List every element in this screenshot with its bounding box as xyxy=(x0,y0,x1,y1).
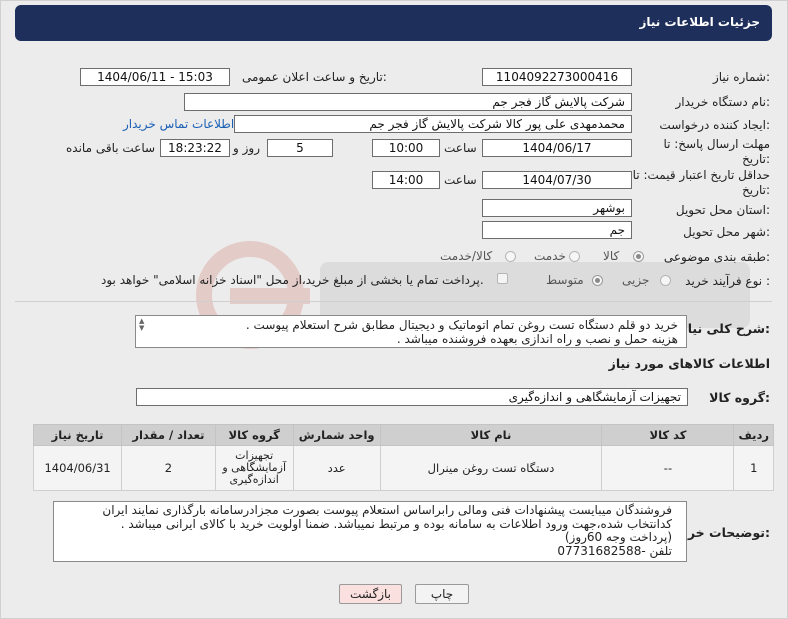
cell-name: دستگاه تست روغن مینرال xyxy=(379,445,603,491)
col-header-unit: واحد شمارش xyxy=(292,424,381,446)
buyer-org-field: شرکت پالایش گاز فجر جم xyxy=(184,93,632,111)
cell-row-number: 1 xyxy=(733,445,774,491)
scroll-arrows-icon[interactable]: ▲ ▼ xyxy=(139,318,144,332)
cell-unit: عدد xyxy=(292,445,381,491)
city-label: شهر محل تحویل: xyxy=(683,225,770,239)
goods-table: ردیف کد کالا نام کالا واحد شمارش گروه کا… xyxy=(32,424,774,491)
cell-code: -- xyxy=(601,445,735,491)
col-header-group: گروه کالا xyxy=(214,424,294,446)
back-button[interactable]: بازگشت xyxy=(339,584,402,604)
window-title: جزئیات اطلاعات نیاز xyxy=(639,15,760,29)
announce-field: 1404/06/11 - 15:03 xyxy=(80,68,230,86)
creator-label: ایجاد کننده درخواست: xyxy=(659,118,770,132)
deadline-time-field: 10:00 xyxy=(372,139,440,157)
cell-date: 1404/06/31 xyxy=(32,445,123,491)
description-line: هزینه حمل و نصب و راه اندازی بعهده فروشن… xyxy=(396,331,678,346)
category-radio-both[interactable] xyxy=(505,251,516,262)
deadline-time-label: ساعت xyxy=(444,141,477,155)
cell-qty: 2 xyxy=(121,445,216,491)
buyer-notes-line: (پرداخت وجه 60روز) xyxy=(564,530,672,544)
print-button[interactable]: چاپ xyxy=(415,584,469,604)
category-option-service: خدمت xyxy=(534,249,566,263)
process-radio-medium[interactable] xyxy=(592,275,603,286)
goods-group-label: گروه کالا: xyxy=(709,390,770,405)
validity-date-field: 1404/07/30 xyxy=(482,171,632,189)
days-field: 5 xyxy=(267,139,333,157)
creator-field: محمدمهدی علی پور کالا شرکت پالایش گاز فج… xyxy=(234,115,632,133)
province-field: بوشهر xyxy=(482,199,632,217)
buyer-notes-line: فروشندگان میبایست پیشنهادات فنی ومالی را… xyxy=(102,503,672,517)
goods-section-title: اطلاعات کالاهای مورد نیاز xyxy=(608,356,770,371)
deadline-label: مهلت ارسال پاسخ: تا تاریخ: xyxy=(663,137,770,166)
treasury-payment-note: پرداخت تمام یا بخشی از مبلغ خرید،از محل … xyxy=(101,273,484,287)
category-radio-service[interactable] xyxy=(569,251,580,262)
process-option-minor: جزیی xyxy=(622,273,650,287)
description-textarea[interactable]: ▲ ▼ خرید دو قلم دستگاه تست روغن تمام اتوم… xyxy=(135,315,687,348)
validity-time-field: 14:00 xyxy=(372,171,440,189)
buyer-org-label: نام دستگاه خریدار: xyxy=(675,95,771,109)
days-label: روز و xyxy=(233,141,260,155)
process-radio-minor[interactable] xyxy=(660,275,671,286)
process-option-medium: متوسط xyxy=(546,273,584,287)
section-divider xyxy=(15,301,772,302)
city-field: جم xyxy=(482,221,632,239)
title-bar: جزئیات اطلاعات نیاز xyxy=(15,5,772,41)
remaining-label: ساعت باقی مانده xyxy=(66,141,156,155)
validity-time-label: ساعت xyxy=(444,173,477,187)
remaining-time-field: 18:23:22 xyxy=(160,139,230,157)
col-header-row-number: ردیف xyxy=(733,424,774,446)
buyer-notes-line: کدانتخاب شده،جهت ورود اطلاعات به سامانه … xyxy=(120,516,672,531)
col-header-qty: تعداد / مقدار xyxy=(121,424,216,446)
process-label: نوع فرآیند خرید : xyxy=(685,274,770,288)
table-header-row: ردیف کد کالا نام کالا واحد شمارش گروه کا… xyxy=(32,424,774,446)
description-line: خرید دو قلم دستگاه تست روغن تمام اتوماتی… xyxy=(245,318,678,332)
cell-group-line: اندازه‌گیری xyxy=(229,473,279,486)
category-label: طبقه بندی موضوعی: xyxy=(663,250,770,264)
category-radio-goods[interactable] xyxy=(633,251,644,262)
buyer-notes-textarea[interactable]: فروشندگان میبایست پیشنهادات فنی ومالی را… xyxy=(53,501,687,562)
validity-label: حداقل تاریخ اعتبار قیمت: تا تاریخ: xyxy=(632,168,770,197)
announce-label: تاریخ و ساعت اعلان عمومی: xyxy=(242,70,387,84)
col-header-name: نام کالا xyxy=(379,424,603,446)
goods-group-field: تجهیزات آزمایشگاهی و اندازه‌گیری xyxy=(136,388,688,406)
table-row: 1 -- دستگاه تست روغن مینرال عدد تجهیزات … xyxy=(32,445,774,491)
need-number-label: شماره نیاز: xyxy=(712,70,770,84)
description-label: شرح کلی نیاز: xyxy=(680,321,771,336)
province-label: استان محل تحویل: xyxy=(675,203,770,217)
col-header-code: کد کالا xyxy=(601,424,735,446)
category-option-both: کالا/خدمت xyxy=(440,249,493,263)
deadline-date-field: 1404/06/17 xyxy=(482,139,632,157)
contact-info-link[interactable]: اطلاعات تماس خریدار xyxy=(123,117,234,131)
buyer-notes-line: تلفن -07731682588 xyxy=(557,543,672,558)
category-option-goods: کالا xyxy=(603,249,620,263)
col-header-date: تاریخ نیاز xyxy=(32,424,123,446)
cell-group: تجهیزات آزمایشگاهی و اندازه‌گیری xyxy=(214,445,294,491)
need-number-field: 1104092273000416 xyxy=(482,68,632,86)
treasury-payment-checkbox[interactable] xyxy=(497,273,508,284)
